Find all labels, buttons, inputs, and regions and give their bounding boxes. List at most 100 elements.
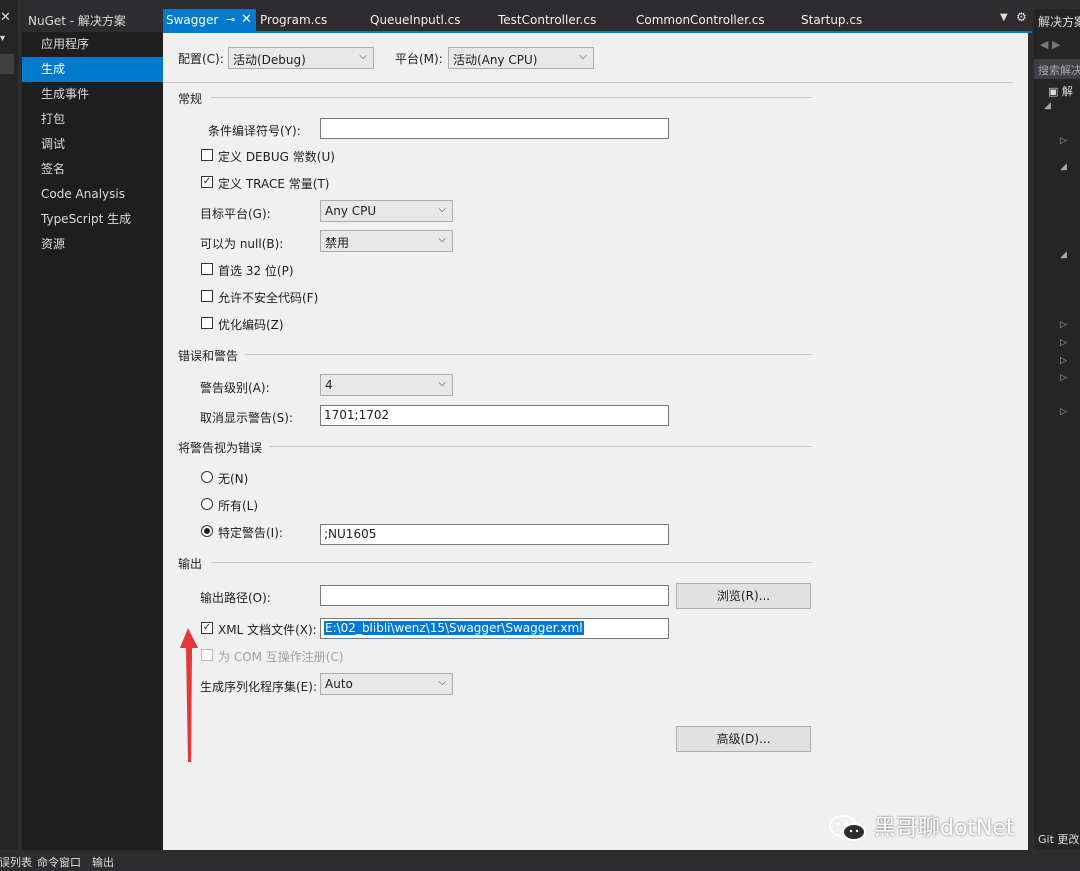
treat-none-label: 无(N) bbox=[218, 472, 249, 486]
specific-warnings-input[interactable]: ;NU1605 bbox=[320, 524, 669, 545]
git-changes-tab[interactable]: Git 更改 bbox=[1038, 831, 1079, 847]
conditional-symbols-label: 条件编译符号(Y): bbox=[208, 124, 301, 138]
advanced-button[interactable]: 高级(D)... bbox=[676, 726, 811, 752]
solution-explorer-title: 解决方案资源管理器 bbox=[1038, 15, 1080, 29]
prefer-32bit-checkbox[interactable] bbox=[201, 263, 213, 275]
treat-none-radio[interactable] bbox=[201, 471, 213, 483]
tab-swagger[interactable]: Swagger ⊸ ✕ bbox=[163, 9, 256, 31]
left-tool-sliver: ✕ ▾ bbox=[0, 0, 18, 850]
close-icon[interactable]: ✕ bbox=[241, 9, 252, 31]
pin-icon[interactable]: ⊸ bbox=[226, 9, 235, 31]
nav-item-resources[interactable]: 资源 bbox=[22, 232, 163, 257]
warning-level-select[interactable]: 4 ⌵ bbox=[320, 374, 453, 396]
divider bbox=[211, 562, 812, 563]
treat-all-radio[interactable] bbox=[201, 498, 213, 510]
browse-button[interactable]: 浏览(R)... bbox=[676, 583, 811, 609]
warning-level-value: 4 bbox=[325, 378, 333, 392]
close-icon[interactable]: ✕ bbox=[0, 10, 11, 25]
define-trace-label: 定义 TRACE 常量(T) bbox=[218, 177, 330, 191]
xml-doc-label: XML 文档文件(X): bbox=[218, 623, 317, 637]
output-path-input[interactable] bbox=[320, 585, 669, 606]
expand-icon[interactable]: ▷ bbox=[1060, 136, 1067, 146]
wechat-logo-icon bbox=[829, 815, 866, 841]
config-select[interactable]: 活动(Debug) ⌵ bbox=[228, 47, 374, 69]
expand-icon[interactable]: ▷ bbox=[1060, 407, 1067, 417]
xml-doc-checkbox[interactable]: ✓ bbox=[201, 622, 213, 634]
xml-doc-path-input[interactable]: E:\02_blibli\wenz\15\Swagger\Swagger.xml bbox=[320, 618, 669, 639]
tab-label: Swagger bbox=[166, 13, 219, 27]
target-platform-value: Any CPU bbox=[325, 204, 377, 218]
chevron-down-icon[interactable]: ▾ bbox=[0, 33, 5, 44]
platform-select[interactable]: 活动(Any CPU) ⌵ bbox=[448, 47, 594, 69]
divider bbox=[245, 354, 812, 355]
suppress-warnings-input[interactable]: 1701;1702 bbox=[320, 405, 669, 426]
serialization-label: 生成序列化程序集(E): bbox=[200, 680, 317, 694]
nav-item-build[interactable]: 生成 bbox=[22, 57, 171, 82]
nav-item-code-analysis[interactable]: Code Analysis bbox=[22, 182, 163, 207]
define-trace-checkbox[interactable]: ✓ bbox=[201, 176, 213, 188]
nav-item-debug[interactable]: 调试 bbox=[22, 132, 163, 157]
conditional-symbols-input[interactable] bbox=[320, 118, 669, 139]
output-path-label: 输出路径(O): bbox=[200, 591, 271, 605]
document-tab-bar: Swagger ⊸ ✕ Program.cs QueueInputl.cs Te… bbox=[163, 9, 1032, 31]
platform-value: 活动(Any CPU) bbox=[453, 53, 538, 67]
nav-item-application[interactable]: 应用程序 bbox=[22, 32, 163, 57]
chevron-down-icon: ⌵ bbox=[438, 378, 446, 389]
define-debug-checkbox[interactable] bbox=[201, 149, 213, 161]
nav-item-package[interactable]: 打包 bbox=[22, 107, 163, 132]
com-interop-checkbox[interactable] bbox=[201, 649, 213, 661]
solution-explorer-panel: 解决方案资源管理器 ◀ ▶ 搜索解决方案资源管理器 ▣ 解 ◢ ▷ ◢ ◢ ▷ … bbox=[1034, 9, 1080, 850]
solution-root[interactable]: ▣ 解 bbox=[1048, 83, 1073, 99]
chevron-down-icon: ⌵ bbox=[438, 204, 446, 215]
target-platform-select[interactable]: Any CPU ⌵ bbox=[320, 200, 453, 222]
tab-program-cs[interactable]: Program.cs bbox=[260, 9, 327, 31]
com-interop-label: 为 COM 互操作注册(C) bbox=[218, 650, 344, 664]
nullable-select[interactable]: 禁用 ⌵ bbox=[320, 230, 453, 252]
tab-testcontroller-cs[interactable]: TestController.cs bbox=[498, 9, 596, 31]
nav-item-typescript-build[interactable]: TypeScript 生成 bbox=[22, 207, 163, 232]
expand-icon[interactable]: ◢ bbox=[1044, 101, 1051, 111]
chevron-down-icon: ⌵ bbox=[438, 677, 446, 688]
nullable-label: 可以为 null(B): bbox=[200, 237, 284, 251]
expand-icon[interactable]: ▷ bbox=[1060, 373, 1067, 383]
expand-icon[interactable]: ▷ bbox=[1060, 320, 1067, 330]
tab-queueinput-cs[interactable]: QueueInputl.cs bbox=[370, 9, 461, 31]
solution-search-input[interactable]: 搜索解决方案资源管理器 bbox=[1034, 59, 1080, 79]
treat-specific-radio[interactable] bbox=[201, 525, 213, 537]
tab-commoncontroller-cs[interactable]: CommonController.cs bbox=[636, 9, 765, 31]
build-properties-page: 配置(C): 活动(Debug) ⌵ 平台(M): 活动(Any CPU) ⌵ 常规… bbox=[163, 33, 1028, 850]
serialization-select[interactable]: Auto ⌵ bbox=[320, 673, 453, 695]
config-value: 活动(Debug) bbox=[233, 53, 306, 67]
nullable-value: 禁用 bbox=[325, 236, 350, 250]
platform-label: 平台(M): bbox=[395, 52, 443, 66]
nav-arrows-icon[interactable]: ◀ ▶ bbox=[1040, 38, 1060, 51]
divider bbox=[269, 446, 812, 447]
tab-startup-cs[interactable]: Startup.cs bbox=[801, 9, 862, 31]
treat-specific-label: 特定警告(I): bbox=[218, 526, 283, 540]
allow-unsafe-checkbox[interactable] bbox=[201, 290, 213, 302]
tab-dropdown-icon[interactable]: ▼ bbox=[1000, 12, 1008, 23]
watermark: 黑哥聊dotNet bbox=[828, 810, 1015, 844]
divider bbox=[211, 97, 812, 98]
expand-icon[interactable]: ◢ bbox=[1060, 162, 1067, 172]
nav-item-signing[interactable]: 签名 bbox=[22, 157, 163, 182]
tab-output[interactable]: 输出 bbox=[92, 854, 114, 870]
gear-icon[interactable]: ⚙ bbox=[1016, 10, 1027, 24]
suppress-warnings-label: 取消显示警告(S): bbox=[200, 411, 294, 425]
optimize-code-label: 优化编码(Z) bbox=[218, 318, 284, 332]
section-treat-warnings-title: 将警告视为错误 bbox=[178, 441, 263, 455]
expand-icon[interactable]: ▷ bbox=[1060, 338, 1067, 348]
chevron-down-icon: ⌵ bbox=[579, 51, 587, 62]
allow-unsafe-label: 允许不安全代码(F) bbox=[218, 291, 319, 305]
treat-all-label: 所有(L) bbox=[218, 499, 259, 513]
expand-icon[interactable]: ◢ bbox=[1060, 250, 1067, 260]
annotation-arrow-icon bbox=[180, 628, 198, 762]
tab-command-window[interactable]: 命令窗口 bbox=[37, 854, 81, 870]
optimize-code-checkbox[interactable] bbox=[201, 317, 213, 329]
define-debug-label: 定义 DEBUG 常数(U) bbox=[218, 150, 335, 164]
solution-root-label: 解 bbox=[1061, 85, 1073, 98]
nav-item-build-events[interactable]: 生成事件 bbox=[22, 82, 163, 107]
tab-nuget-solution[interactable]: NuGet - 解决方案 bbox=[22, 9, 162, 31]
tab-error-list[interactable]: 错误列表 bbox=[0, 854, 32, 870]
expand-icon[interactable]: ▷ bbox=[1060, 356, 1067, 366]
